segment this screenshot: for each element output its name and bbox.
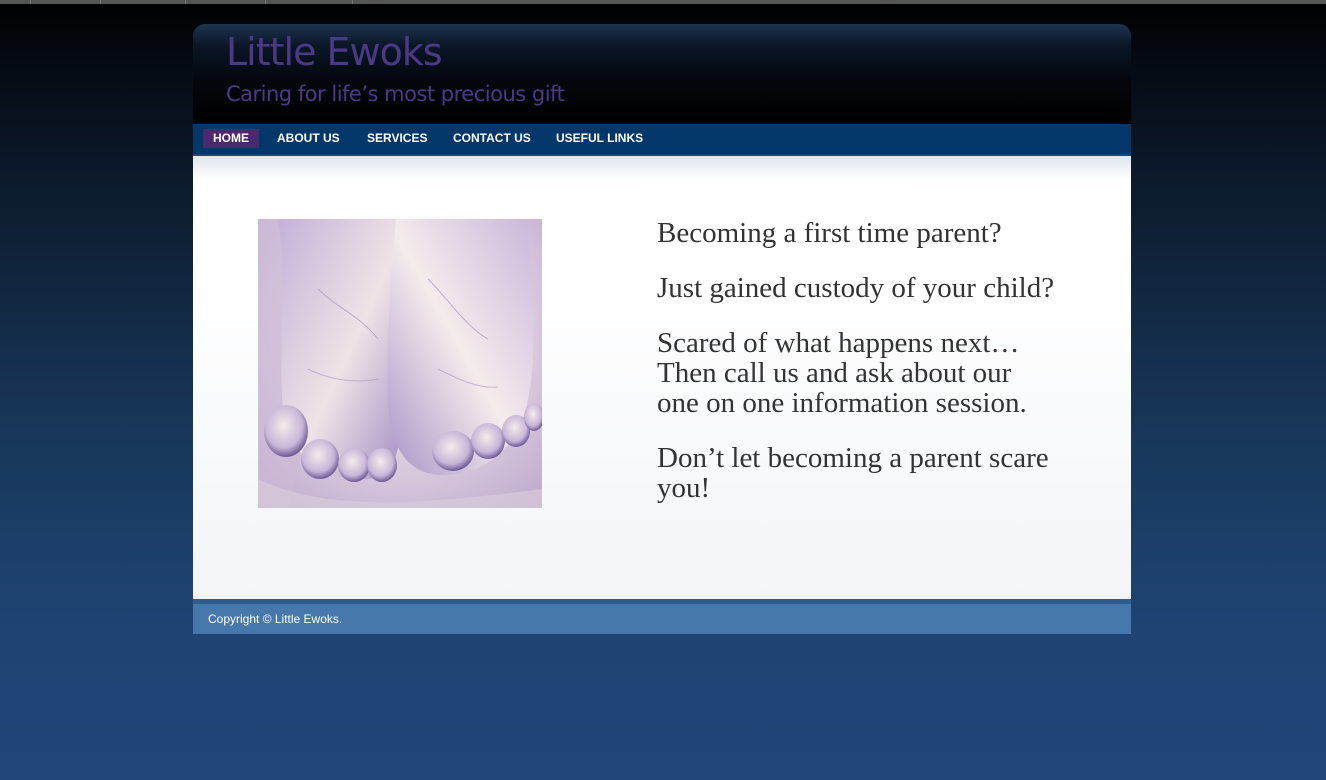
nav-item-contact-us[interactable]: CONTACT US bbox=[453, 129, 531, 148]
browser-tab-strip bbox=[0, 0, 1326, 4]
site-footer: Copyright © Little Ewoks. bbox=[193, 604, 1131, 634]
site-title[interactable]: Little Ewoks bbox=[226, 31, 443, 74]
nav-item-home[interactable]: HOME bbox=[203, 129, 259, 148]
intro-paragraph: Becoming a first time parent? bbox=[657, 217, 1002, 249]
tab-divider bbox=[352, 0, 440, 4]
page-container: Little Ewoks Caring for life’s most prec… bbox=[193, 24, 1131, 634]
nav-item-about-us[interactable]: ABOUT US bbox=[277, 129, 340, 148]
nav-item-useful-links[interactable]: USEFUL LINKS bbox=[556, 129, 643, 148]
site-tagline: Caring for life’s most precious gift bbox=[226, 82, 565, 106]
copyright-text: Copyright © Little Ewoks. bbox=[208, 612, 343, 626]
tab-divider bbox=[185, 0, 266, 4]
intro-paragraph: Scared of what happens next… Then call u… bbox=[657, 327, 1027, 419]
tab-divider bbox=[30, 0, 101, 4]
main-content: Becoming a first time parent? Just gaine… bbox=[193, 156, 1131, 599]
main-nav: HOME ABOUT US SERVICES CONTACT US USEFUL… bbox=[193, 124, 1131, 156]
tab-divider bbox=[265, 0, 353, 4]
tab-divider bbox=[100, 0, 186, 4]
intro-paragraph: Don’t let becoming a parent scare you! bbox=[657, 442, 1049, 504]
intro-text: Becoming a first time parent? Just gaine… bbox=[657, 218, 1057, 528]
site-header: Little Ewoks Caring for life’s most prec… bbox=[193, 24, 1131, 124]
intro-paragraph: Just gained custody of your child? bbox=[657, 272, 1055, 304]
nav-item-services[interactable]: SERVICES bbox=[367, 129, 427, 148]
baby-feet-photo bbox=[258, 219, 542, 508]
